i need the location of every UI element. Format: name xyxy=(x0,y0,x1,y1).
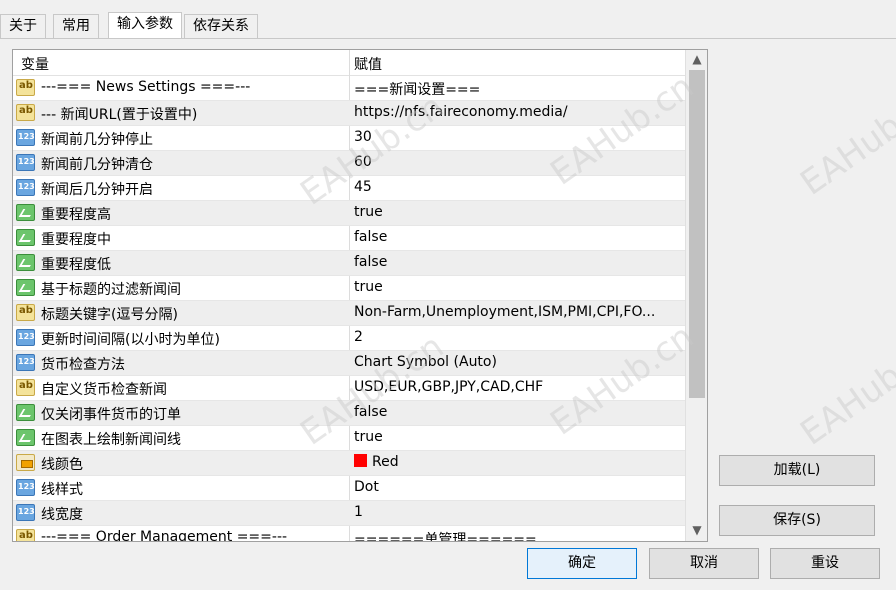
table-row[interactable]: ---=== Order Management ===--- ======单管理=… xyxy=(13,526,685,542)
table-row[interactable]: 线宽度 1 xyxy=(13,501,685,526)
table-row[interactable]: 重要程度低 false xyxy=(13,251,685,276)
parameter-value[interactable]: true xyxy=(354,279,682,295)
table-row[interactable]: 标题关键字(逗号分隔) Non-Farm,Unemployment,ISM,PMI… xyxy=(13,301,685,326)
save-button[interactable]: 保存(S) xyxy=(719,505,875,536)
cancel-button[interactable]: 取消 xyxy=(649,548,759,579)
parameter-name: 新闻前几分钟清仓 xyxy=(41,157,153,173)
parameter-value[interactable]: ===新闻设置=== xyxy=(354,79,682,99)
scroll-down-icon[interactable]: ▼ xyxy=(691,524,703,536)
table-row[interactable]: 更新时间间隔(以小时为单位)2 xyxy=(13,326,685,351)
parameter-name: --- 新闻URL(置于设置中) xyxy=(41,107,198,123)
string-type-icon xyxy=(16,79,35,96)
string-type-icon xyxy=(16,529,35,541)
parameter-name: ---=== News Settings ===--- xyxy=(41,79,251,95)
parameter-value[interactable]: false xyxy=(354,229,682,245)
parameter-name: 在图表上绘制新闻间线 xyxy=(41,432,181,448)
parameter-name: 线颜色 xyxy=(41,457,83,473)
tab-about[interactable]: 关于 xyxy=(0,14,46,38)
boolean-type-icon xyxy=(16,404,35,421)
boolean-type-icon xyxy=(16,429,35,446)
parameter-name: 线样式 xyxy=(41,482,83,498)
parameter-name: ---=== Order Management ===--- xyxy=(41,529,288,542)
color-type-icon xyxy=(16,454,35,471)
numeric-type-icon xyxy=(16,154,35,171)
table-row[interactable]: --- 新闻URL(置于设置中)https://nfs.faireconomy.… xyxy=(13,101,685,126)
parameter-value[interactable]: false xyxy=(354,404,682,420)
parameter-value[interactable]: Red xyxy=(354,454,682,470)
boolean-type-icon xyxy=(16,254,35,271)
table-row[interactable]: 重要程度中 false xyxy=(13,226,685,251)
numeric-type-icon xyxy=(16,179,35,196)
parameter-name: 基于标题的过滤新闻间 xyxy=(41,282,181,298)
boolean-type-icon xyxy=(16,279,35,296)
parameter-value[interactable]: ======单管理====== xyxy=(354,529,682,541)
boolean-type-icon xyxy=(16,229,35,246)
tab-dependencies[interactable]: 依存关系 xyxy=(184,14,258,38)
table-row[interactable]: 基于标题的过滤新闻间 true xyxy=(13,276,685,301)
tab-common[interactable]: 常用 xyxy=(53,14,99,38)
parameter-name: 标题关键字(逗号分隔) xyxy=(41,307,178,323)
parameter-name: 自定义货币检查新闻 xyxy=(41,382,167,398)
tab-inputs[interactable]: 输入参数 xyxy=(108,12,182,40)
table-row[interactable]: ---=== News Settings ===--- ===新闻设置=== xyxy=(13,76,685,101)
parameter-name: 重要程度高 xyxy=(41,207,111,223)
string-type-icon xyxy=(16,104,35,121)
parameter-value-text: Red xyxy=(372,454,399,470)
load-button[interactable]: 加载(L) xyxy=(719,455,875,486)
string-type-icon xyxy=(16,379,35,396)
numeric-type-icon xyxy=(16,354,35,371)
table-row[interactable]: 货币检查方法Chart Symbol (Auto) xyxy=(13,351,685,376)
table-row[interactable]: 线颜色 Red xyxy=(13,451,685,476)
numeric-type-icon xyxy=(16,479,35,496)
column-header-value[interactable]: 赋值 xyxy=(354,54,382,74)
scroll-up-icon[interactable]: ▲ xyxy=(691,53,703,65)
color-swatch xyxy=(354,454,367,467)
numeric-type-icon xyxy=(16,129,35,146)
parameter-value[interactable]: 45 xyxy=(354,179,682,195)
parameter-value[interactable]: true xyxy=(354,429,682,445)
parameter-name: 重要程度中 xyxy=(41,232,111,248)
parameter-value[interactable]: 60 xyxy=(354,154,682,170)
parameter-name: 重要程度低 xyxy=(41,257,111,273)
parameter-name: 货币检查方法 xyxy=(41,357,125,373)
parameter-name: 更新时间间隔(以小时为单位) xyxy=(41,332,220,348)
parameter-value[interactable]: 1 xyxy=(354,504,682,520)
vertical-scrollbar[interactable]: ▲ ▼ xyxy=(685,50,707,541)
column-header-variable[interactable]: 变量 xyxy=(21,54,49,74)
table-row[interactable]: 线样式 Dot xyxy=(13,476,685,501)
reset-button[interactable]: 重设 xyxy=(770,548,880,579)
numeric-type-icon xyxy=(16,504,35,521)
parameter-name: 线宽度 xyxy=(41,507,83,523)
parameter-value[interactable]: false xyxy=(354,254,682,270)
boolean-type-icon xyxy=(16,204,35,221)
table-row[interactable]: 重要程度高 true xyxy=(13,201,685,226)
numeric-type-icon xyxy=(16,329,35,346)
parameter-value[interactable]: true xyxy=(354,204,682,220)
string-type-icon xyxy=(16,304,35,321)
parameter-name: 新闻前几分钟停止 xyxy=(41,132,153,148)
parameter-value[interactable]: Non-Farm,Unemployment,ISM,PMI,CPI,FO... xyxy=(354,304,682,320)
parameter-value[interactable]: Dot xyxy=(354,479,682,495)
ok-button[interactable]: 确定 xyxy=(527,548,637,579)
tab-bar: 关于 常用 输入参数 依存关系 xyxy=(0,12,896,40)
